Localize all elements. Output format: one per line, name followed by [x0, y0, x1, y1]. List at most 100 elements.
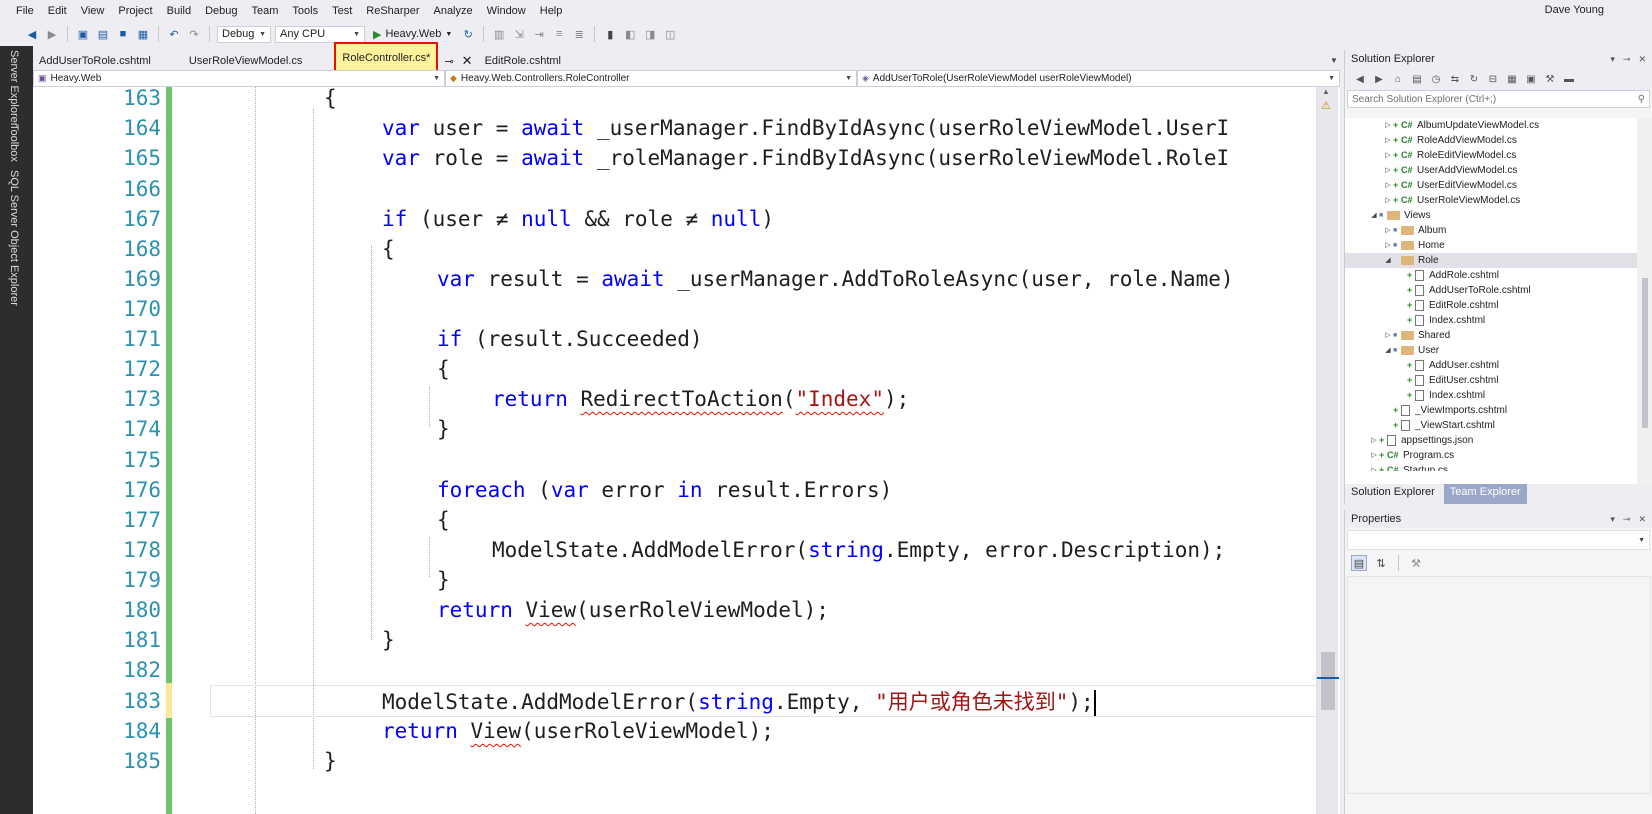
tab-adduser-to-role-cshtml[interactable]: AddUserToRole.cshtml [33, 52, 157, 70]
member-select[interactable]: ◈ AddUserToRole(UserRoleViewModel userRol… [857, 70, 1340, 87]
redo-icon[interactable]: ↷ [186, 26, 202, 42]
clear-bookmarks-icon[interactable]: ◫ [662, 26, 678, 42]
save-all-icon[interactable]: ▦ [135, 26, 151, 42]
pending-changes-filter-icon[interactable]: ◷ [1429, 72, 1443, 86]
solution-configuration-select[interactable]: Debug ▼ [217, 25, 271, 43]
project-select[interactable]: ▣ Heavy.Web ▼ [33, 70, 445, 87]
open-file-icon[interactable]: ▤ [95, 26, 111, 42]
tree-item[interactable]: ▷ + C# RoleAddViewModel.cs [1345, 133, 1637, 148]
menu-analyze[interactable]: Analyze [426, 0, 479, 22]
tree-item[interactable]: + AddUserToRole.cshtml [1345, 283, 1637, 298]
menu-build[interactable]: Build [160, 0, 198, 22]
preview-selected-icon[interactable]: ▣ [1524, 72, 1538, 86]
expand-arrow-icon[interactable]: ▷ [1383, 133, 1393, 148]
property-grid[interactable] [1347, 576, 1651, 794]
menu-help[interactable]: Help [533, 0, 570, 22]
bookmark-window-icon[interactable]: ▥ [491, 26, 507, 42]
home-icon[interactable]: ⌂ [1391, 72, 1405, 86]
tree-item[interactable]: + EditRole.cshtml [1345, 298, 1637, 313]
object-select[interactable]: ▼ [1347, 530, 1650, 550]
categorized-icon[interactable]: ▤ [1351, 555, 1367, 571]
tab-team-explorer[interactable]: Team Explorer [1443, 484, 1527, 504]
pin-icon[interactable]: ⊸ [1623, 514, 1631, 525]
tree-item[interactable]: ▷ + C# RoleEditViewModel.cs [1345, 148, 1637, 163]
step-over-icon[interactable]: ⇥ [531, 26, 547, 42]
tab-solution-explorer[interactable]: Solution Explorer [1345, 484, 1441, 504]
tree-item[interactable]: + Index.cshtml [1345, 388, 1637, 403]
code-editor[interactable]: 163 164 165 166 167 168 169 170 171 172 … [33, 87, 1340, 814]
solution-tree[interactable]: ▷ + C# AlbumUpdateViewModel.cs ▷ + C# RoleAddV… [1345, 118, 1637, 484]
tree-item[interactable]: ◢ Role [1345, 253, 1637, 268]
bookmark-icon[interactable]: ▮ [602, 26, 618, 42]
menu-debug[interactable]: Debug [198, 0, 244, 22]
expand-arrow-icon[interactable]: ▷ [1383, 238, 1393, 253]
code-text-area[interactable]: { var user = await _userManager.FindById… [193, 87, 1318, 814]
expand-arrow-icon[interactable]: ▷ [1383, 163, 1393, 178]
next-bookmark-icon[interactable]: ◨ [642, 26, 658, 42]
step-into-icon[interactable]: ⇲ [511, 26, 527, 42]
scrollbar-thumb[interactable] [1642, 278, 1648, 428]
prev-bookmark-icon[interactable]: ◧ [622, 26, 638, 42]
start-debugging-button[interactable]: ▶ Heavy.Web ▼ [369, 28, 456, 41]
tree-item[interactable]: ▷ + appsettings.json [1345, 433, 1637, 448]
pane-options-icon[interactable]: ▾ [1610, 54, 1615, 65]
expand-arrow-icon[interactable]: ▷ [1369, 433, 1379, 448]
undo-icon[interactable]: ↶ [166, 26, 182, 42]
back-icon[interactable]: ◀ [1353, 72, 1367, 86]
switch-views-icon[interactable]: ▤ [1410, 72, 1424, 86]
tree-item[interactable]: + EditUser.cshtml [1345, 373, 1637, 388]
solution-explorer-search[interactable]: Search Solution Explorer (Ctrl+;) ⚲ [1347, 90, 1650, 108]
tree-item[interactable]: ◢ ■ User [1345, 343, 1637, 358]
tree-item[interactable]: ▷ + C# UserAddViewModel.cs [1345, 163, 1637, 178]
tree-item[interactable]: + AddRole.cshtml [1345, 268, 1637, 283]
expand-arrow-icon[interactable]: ▷ [1369, 463, 1379, 471]
solution-platform-select[interactable]: Any CPU ▼ [275, 25, 365, 43]
uncomment-icon[interactable]: ≣ [571, 26, 587, 42]
tree-item[interactable]: ▷ ■ Album [1345, 223, 1637, 238]
collapse-arrow-icon[interactable]: ◢ [1383, 343, 1393, 358]
show-all-files-icon[interactable]: ▦ [1505, 72, 1519, 86]
expand-arrow-icon[interactable]: ▷ [1383, 118, 1393, 133]
tree-item[interactable]: + Index.cshtml [1345, 313, 1637, 328]
tree-item[interactable]: ▷ ■ Home [1345, 238, 1637, 253]
alphabetical-icon[interactable]: ⇅ [1373, 555, 1389, 571]
collapse-arrow-icon[interactable]: ◢ [1369, 208, 1379, 223]
tree-item[interactable]: + AddUser.cshtml [1345, 358, 1637, 373]
editor-vertical-scrollbar[interactable]: ▲ ⚠ [1316, 87, 1339, 814]
menu-test[interactable]: Test [325, 0, 359, 22]
properties-icon[interactable]: ⚒ [1543, 72, 1557, 86]
type-select[interactable]: ◆ Heavy.Web.Controllers.RoleController ▼ [445, 70, 857, 87]
tree-item[interactable]: ▷ + C# Program.cs [1345, 448, 1637, 463]
warning-icon[interactable]: ⚠ [1321, 99, 1331, 112]
expand-arrow-icon[interactable]: ▷ [1383, 328, 1393, 343]
signed-in-user[interactable]: Dave Young [1545, 4, 1604, 16]
forward-icon[interactable]: ▶ [44, 26, 60, 42]
forward-icon[interactable]: ▶ [1372, 72, 1386, 86]
expand-arrow-icon[interactable]: ▷ [1369, 448, 1379, 463]
back-icon[interactable]: ◀ [24, 26, 40, 42]
property-pages-icon[interactable]: ⚒ [1408, 555, 1424, 571]
toolbox-tab[interactable]: Toolbox [8, 124, 20, 162]
close-icon[interactable]: ✕ [1638, 54, 1646, 65]
server-explorer-tab[interactable]: Server Explorer [8, 50, 20, 126]
menu-file[interactable]: File [0, 0, 41, 22]
tree-item[interactable]: + _ViewImports.cshtml [1345, 403, 1637, 418]
tree-item[interactable]: ◢ ■ Views [1345, 208, 1637, 223]
save-icon[interactable]: ■ [115, 26, 131, 42]
tab-pin-icon[interactable]: ⊸ [442, 52, 455, 70]
tree-item[interactable]: ▷ + C# AlbumUpdateViewModel.cs [1345, 118, 1637, 133]
tree-item[interactable]: + _ViewStart.cshtml [1345, 418, 1637, 433]
collapse-all-icon[interactable]: ⊟ [1486, 72, 1500, 86]
collapse-arrow-icon[interactable]: ◢ [1383, 253, 1393, 268]
tab-overflow-icon[interactable]: ▼ [1330, 56, 1338, 65]
new-project-icon[interactable]: ▣ [75, 26, 91, 42]
comment-icon[interactable]: ≡ [551, 26, 567, 42]
pane-options-icon[interactable]: ▾ [1610, 514, 1615, 525]
close-icon[interactable]: ✕ [1638, 514, 1646, 525]
tree-item[interactable]: ▷ ■ Shared [1345, 328, 1637, 343]
menu-project[interactable]: Project [111, 0, 159, 22]
menu-view[interactable]: View [74, 0, 112, 22]
scroll-up-icon[interactable]: ▲ [1322, 87, 1330, 96]
menu-tools[interactable]: Tools [285, 0, 325, 22]
tab-userroleviewmodel-cs[interactable]: UserRoleViewModel.cs [183, 52, 309, 70]
